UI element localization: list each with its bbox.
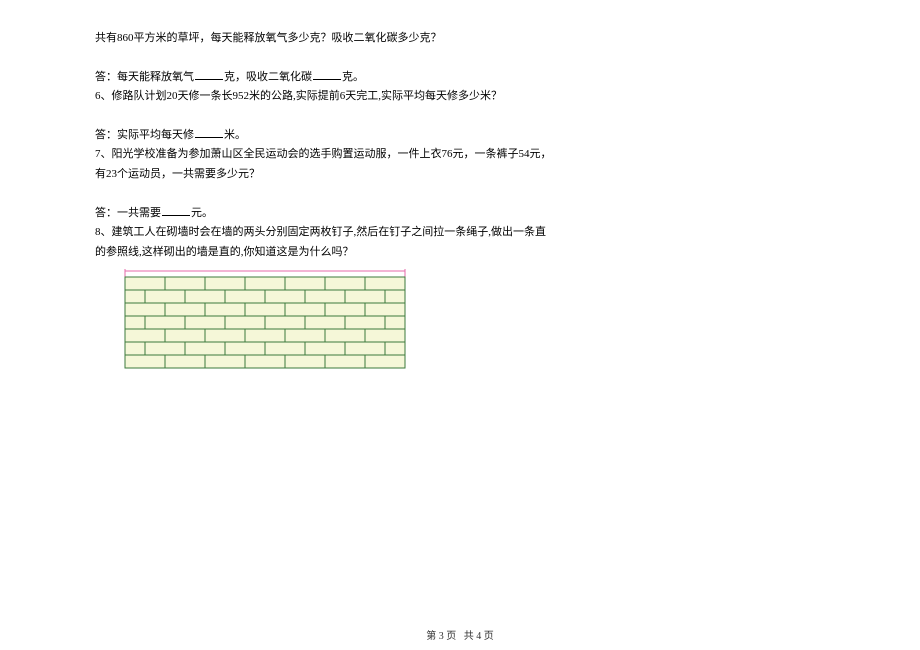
spacer <box>95 108 825 126</box>
q5-answer-mid: 克，吸收二氧化碳 <box>224 71 312 83</box>
q7-prompt-l1: 7、阳光学校准备为参加萧山区全民运动会的选手购置运动服，一件上衣76元，一条裤子… <box>95 146 825 164</box>
brick-wall-figure <box>115 269 825 373</box>
q8-prompt-text-1: 建筑工人在砌墙时会在墙的两头分别固定两枚钉子,然后在钉子之间拉一条绳子,做出一条… <box>112 226 547 238</box>
page-footer: 第 3 页 共 4 页 <box>0 627 920 642</box>
q8-prompt-l1: 8、建筑工人在砌墙时会在墙的两头分别固定两枚钉子,然后在钉子之间拉一条绳子,做出… <box>95 224 825 242</box>
q6-num: 6、 <box>95 90 112 102</box>
q7-answer-end: 元。 <box>191 207 213 219</box>
q6-answer-end: 米。 <box>224 129 246 141</box>
q7-blank-value[interactable] <box>162 204 190 216</box>
q6-answer-prefix: 答：实际平均每天修 <box>95 129 194 141</box>
q6-answer-line: 答：实际平均每天修 米。 <box>95 126 825 145</box>
footer-page-total: 4 <box>476 631 481 642</box>
q7-answer-prefix: 答：一共需要 <box>95 207 161 219</box>
q5-blank-co2[interactable] <box>313 68 341 80</box>
spacer <box>95 50 825 68</box>
q6-prompt: 6、修路队计划20天修一条长952米的公路,实际提前6天完工,实际平均每天修多少… <box>95 88 825 106</box>
q5-blank-oxygen[interactable] <box>195 68 223 80</box>
spacer <box>95 186 825 204</box>
q7-prompt-l2: 有23个运动员，一共需要多少元？ <box>95 166 825 184</box>
q7-num: 7、 <box>95 148 112 160</box>
footer-label-gong: 共 <box>464 631 474 642</box>
brick-rows <box>125 277 405 368</box>
q5-line1: 共有860平方米的草坪，每天能释放氧气多少克？吸收二氧化碳多少克？ <box>95 30 825 48</box>
footer-label-di: 第 <box>426 631 436 642</box>
footer-label-ye2: 页 <box>484 631 494 642</box>
brick-wall-svg <box>115 269 415 373</box>
q5-answer-line: 答：每天能释放氧气 克，吸收二氧化碳 克。 <box>95 68 825 87</box>
q8-num: 8、 <box>95 226 112 238</box>
footer-page-current: 3 <box>439 631 444 642</box>
q5-answer-end: 克。 <box>342 71 364 83</box>
q8-prompt-l2: 的参照线,这样砌出的墙是直的,你知道这是为什么吗？ <box>95 244 825 262</box>
q5-answer-prefix: 答：每天能释放氧气 <box>95 71 194 83</box>
q7-answer-line: 答：一共需要 元。 <box>95 204 825 223</box>
footer-label-ye: 页 <box>446 631 456 642</box>
q7-prompt-text-1: 阳光学校准备为参加萧山区全民运动会的选手购置运动服，一件上衣76元，一条裤子54… <box>112 148 552 160</box>
q6-blank-value[interactable] <box>195 126 223 138</box>
q6-prompt-text: 修路队计划20天修一条长952米的公路,实际提前6天完工,实际平均每天修多少米？ <box>112 90 503 102</box>
